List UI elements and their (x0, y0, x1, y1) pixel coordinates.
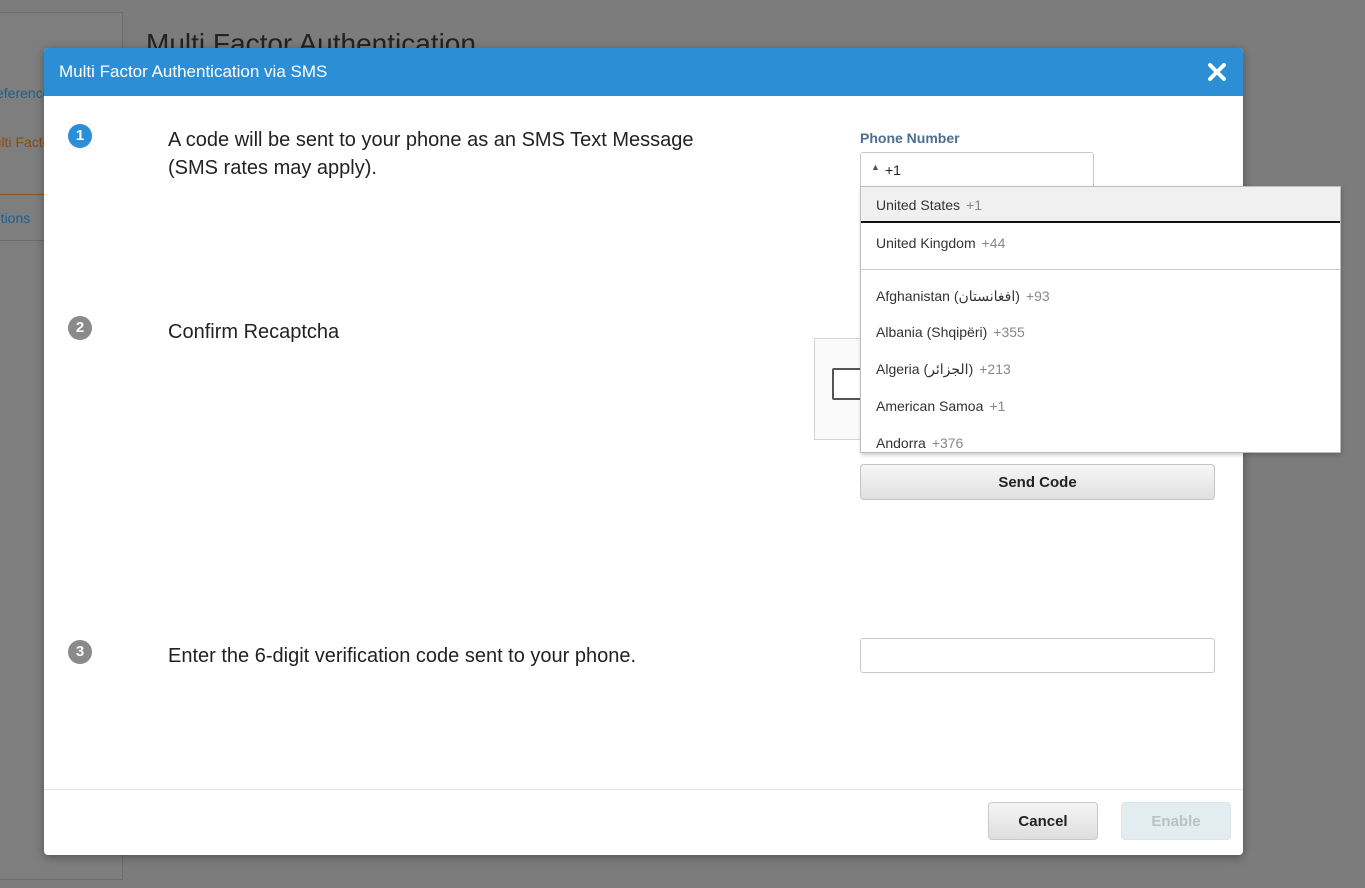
country-name: American Samoa (876, 398, 984, 414)
country-name: United Kingdom (876, 235, 976, 251)
step-1-text-line-1: A code will be sent to your phone as an … (168, 129, 694, 151)
step-1-text: A code will be sent to your phone as an … (168, 126, 694, 182)
phone-country-select[interactable]: ▲ +1 (860, 152, 1094, 188)
enable-button[interactable]: Enable (1121, 802, 1231, 840)
country-dial-code: +1 (966, 197, 983, 213)
country-option-american-samoa[interactable]: American Samoa +1 (861, 388, 1340, 424)
country-dial-code: +376 (931, 435, 964, 451)
country-option-afghanistan[interactable]: Afghanistan (‫افغانستان‬‎) +93 (861, 278, 1340, 314)
country-name: Afghanistan (‫افغانستان‬‎) (876, 288, 1020, 304)
country-dial-code: +355 (993, 324, 1025, 340)
step-2-badge: 2 (68, 316, 92, 340)
country-option-algeria[interactable]: Algeria (‫الجزائر‬‎) +213 (861, 351, 1340, 387)
country-name: Andorra (876, 435, 926, 451)
country-dial-code: +44 (981, 235, 1006, 251)
selected-country-code: +1 (885, 162, 901, 178)
phone-number-label: Phone Number (860, 130, 960, 146)
country-dropdown[interactable]: United States +1 United Kingdom +44 Afghan… (860, 186, 1341, 453)
modal-footer: Cancel Enable (44, 789, 1243, 856)
country-name: Albania (Shqipëri) (876, 324, 988, 340)
step-1-badge: 1 (68, 124, 92, 148)
country-option-andorra[interactable]: Andorra +376 (861, 425, 1340, 452)
close-icon[interactable] (1205, 60, 1229, 84)
cancel-button[interactable]: Cancel (988, 802, 1098, 840)
country-option-albania[interactable]: Albania (Shqipëri) +355 (861, 314, 1340, 350)
country-dial-code: +1 (989, 398, 1006, 414)
country-option-united-kingdom[interactable]: United Kingdom +44 (861, 225, 1340, 261)
country-dial-code: +93 (1025, 288, 1050, 304)
modal-title: Multi Factor Authentication via SMS (59, 62, 328, 81)
step-2-text: Confirm Recaptcha (168, 321, 340, 343)
country-name: United States (876, 197, 961, 213)
step-3-text: Enter the 6-digit verification code sent… (168, 645, 637, 667)
verification-code-input[interactable] (860, 638, 1215, 673)
country-option-united-states[interactable]: United States +1 (861, 187, 1340, 223)
sidebar-item-label: Options (0, 210, 31, 226)
country-dial-code: +213 (979, 361, 1011, 377)
country-name: Algeria (‫الجزائر‬‎) (876, 361, 974, 377)
chevron-up-icon: ▲ (871, 162, 880, 172)
step-1-text-line-2: (SMS rates may apply). (168, 157, 377, 179)
send-code-button[interactable]: Send Code (860, 464, 1215, 500)
modal-header: Multi Factor Authentication via SMS (44, 48, 1243, 96)
dropdown-divider (861, 269, 1340, 270)
step-3-badge: 3 (68, 640, 92, 664)
